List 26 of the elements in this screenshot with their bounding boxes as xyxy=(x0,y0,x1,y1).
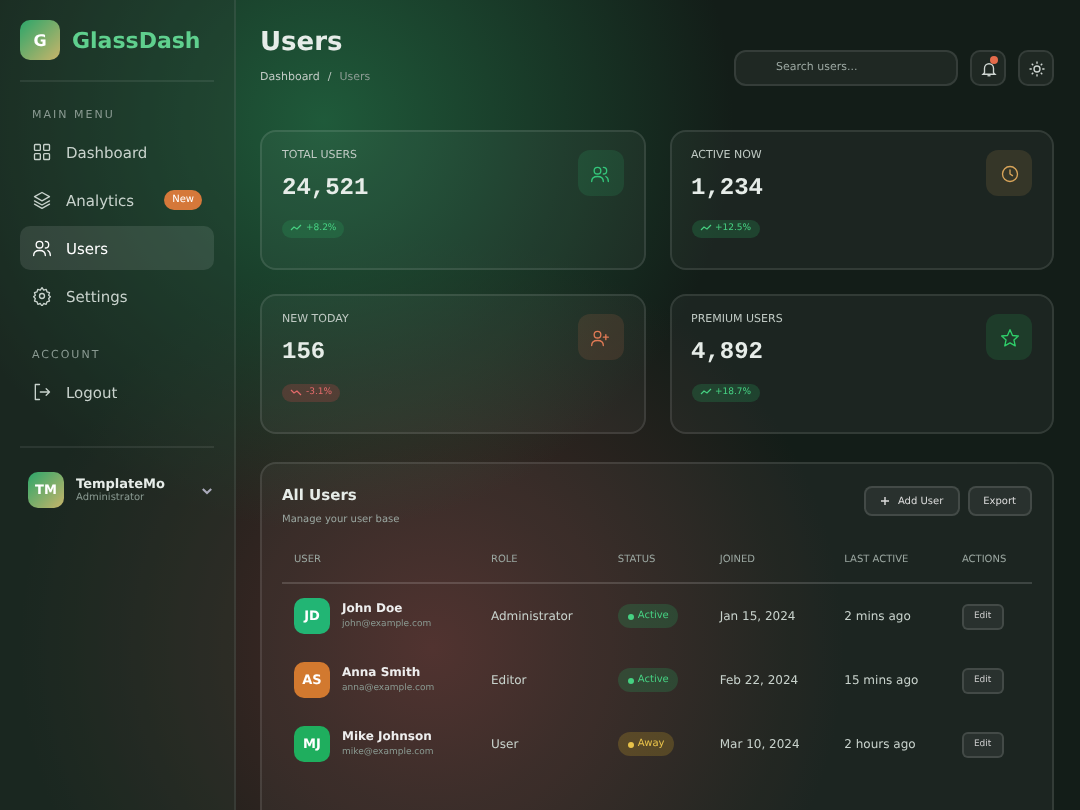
layers-icon xyxy=(32,190,52,210)
theme-toggle-button[interactable] xyxy=(1018,50,1054,86)
stat-value: 1,234 xyxy=(691,174,766,202)
notification-button[interactable] xyxy=(970,50,1006,86)
users-icon xyxy=(590,163,610,183)
grid-icon xyxy=(32,142,52,162)
sun-icon xyxy=(1027,59,1045,77)
stat-value: 156 xyxy=(282,338,328,366)
brand-name: GlassDash xyxy=(72,27,201,53)
users-icon xyxy=(32,238,52,258)
logout-icon xyxy=(32,382,52,402)
logo: G xyxy=(20,20,60,60)
clock-icon xyxy=(999,163,1019,183)
trend-down-icon xyxy=(290,388,302,396)
settings-icon xyxy=(32,286,52,306)
trend-up-icon xyxy=(699,224,711,232)
user-plus-icon xyxy=(590,327,610,347)
plus-icon xyxy=(879,496,890,506)
page-title: Users xyxy=(260,28,345,58)
trend-up-icon xyxy=(699,388,711,396)
stat-value: 4,892 xyxy=(691,338,766,366)
bell-icon xyxy=(979,59,997,77)
trend-up-icon xyxy=(290,224,302,232)
star-icon xyxy=(999,327,1019,347)
chevron-down-icon[interactable] xyxy=(200,483,214,497)
stat-value: 24,521 xyxy=(282,174,371,202)
